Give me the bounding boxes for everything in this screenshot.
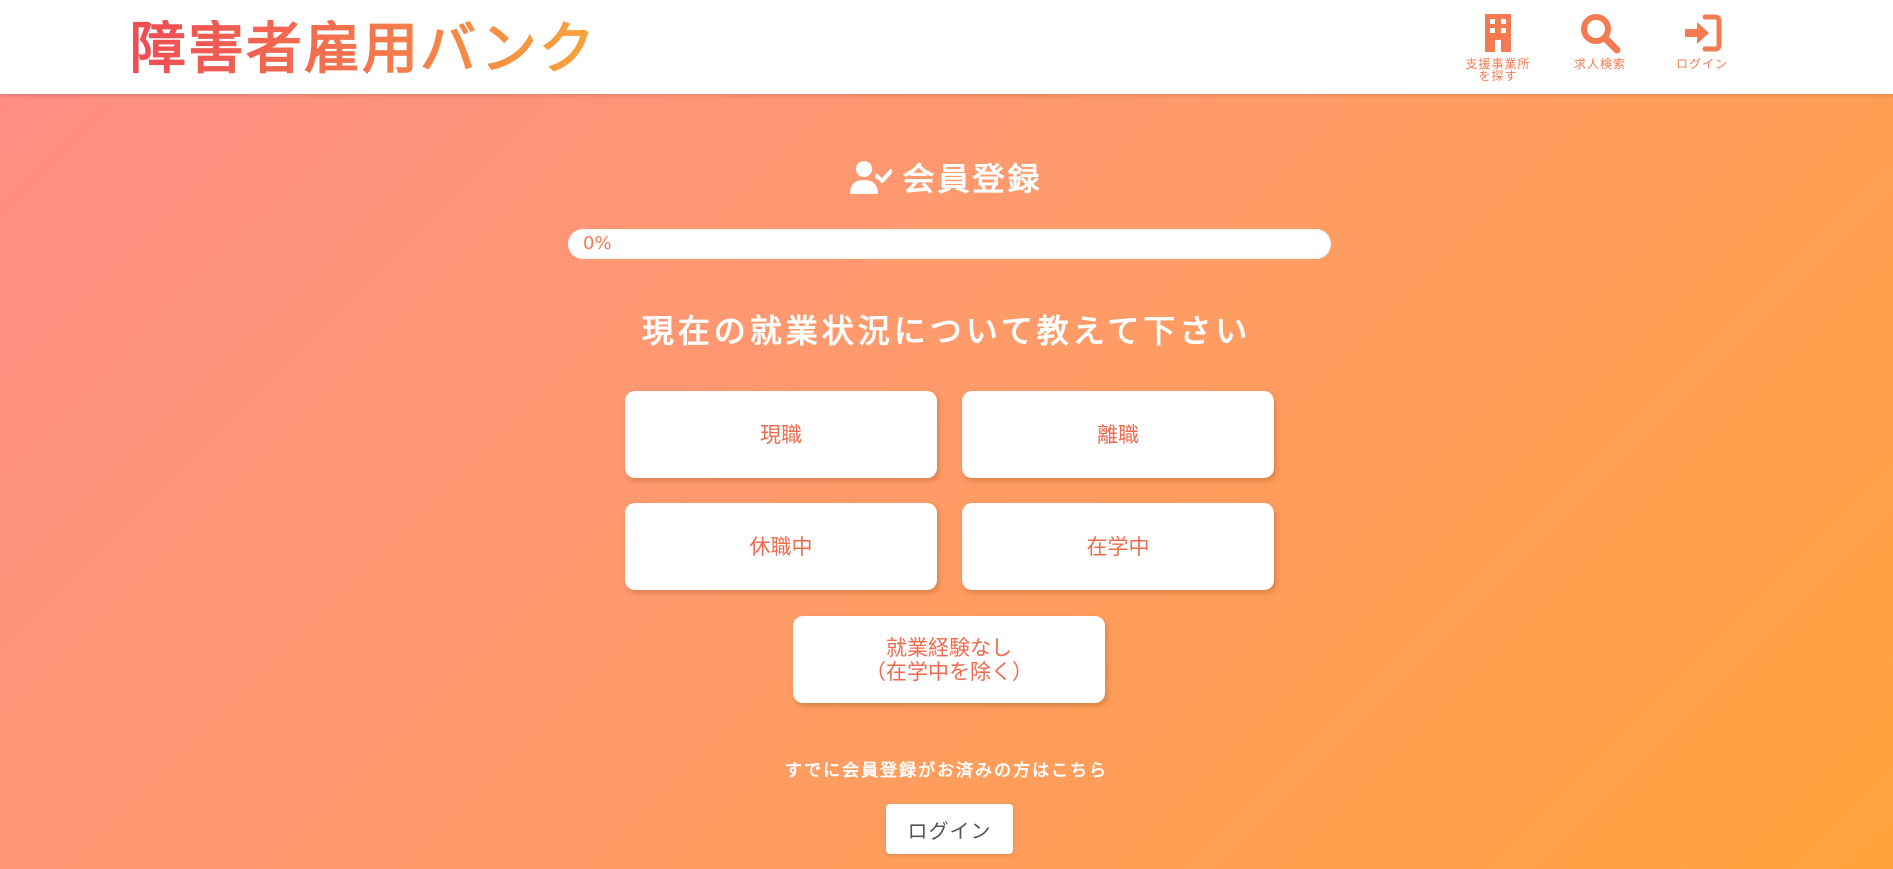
question-text: 現在の就業状況について教えて下さい — [641, 312, 1252, 350]
option-student-button[interactable]: 在学中 — [962, 503, 1274, 590]
progress-text: 0% — [583, 233, 612, 254]
nav-job-search[interactable]: 求人検索 — [1549, 12, 1651, 82]
nav-find-support-office[interactable]: 支援事業所 を探す — [1447, 12, 1549, 82]
nav-label: 求人検索 — [1573, 57, 1626, 71]
sign-in-icon — [1685, 14, 1722, 52]
registration-main: 会員登録 0% 現在の就業状況について教えて下さい 現職 離職 休職中 在学中 … — [0, 94, 1893, 869]
already-registered-text: すでに会員登録がお済みの方はこちら — [784, 761, 1109, 781]
building-icon — [1485, 14, 1511, 52]
logo-text: 障害者雇用バンク — [130, 17, 597, 82]
option-on-leave-button[interactable]: 休職中 — [625, 503, 937, 590]
option-no-experience-button[interactable]: 就業経験なし （在学中を除く） — [793, 616, 1105, 703]
option-employed-button[interactable]: 現職 — [625, 391, 937, 478]
header-nav: 支援事業所 を探す 求人検索 ログイン — [1447, 12, 1753, 82]
login-button[interactable]: ログイン — [886, 804, 1013, 854]
user-check-icon — [850, 161, 893, 194]
nav-login[interactable]: ログイン — [1651, 12, 1753, 82]
page-title: 会員登録 — [0, 154, 1893, 200]
nav-label: ログイン — [1675, 57, 1728, 71]
progress-bar: 0% — [568, 229, 1331, 259]
site-logo[interactable]: 障害者雇用バンク — [130, 20, 597, 80]
page-title-text: 会員登録 — [902, 160, 1043, 198]
option-left-job-button[interactable]: 離職 — [962, 391, 1274, 478]
site-header: 障害者雇用バンク 支援事業所 を探す 求人検索 ログイン — [0, 0, 1893, 94]
nav-label: 支援事業所 を探す — [1465, 57, 1531, 83]
search-icon — [1581, 14, 1621, 54]
